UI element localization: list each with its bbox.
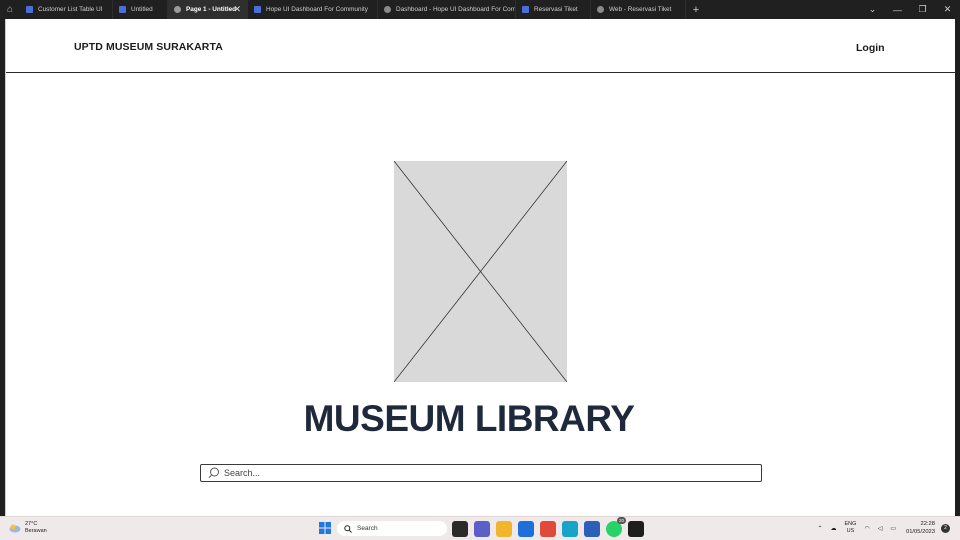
onedrive-icon[interactable]: ☁ xyxy=(831,525,837,532)
figma-file-icon xyxy=(26,6,33,13)
clock[interactable]: 22:28 01/05/2023 xyxy=(906,520,935,536)
placeholder-cross-icon xyxy=(394,161,567,382)
browser-tab[interactable]: Page 1 - Untitled ✕ xyxy=(168,0,248,19)
teams-app-icon[interactable] xyxy=(474,521,490,537)
minimize-button[interactable]: — xyxy=(885,5,910,15)
language-indicator[interactable]: ENG US xyxy=(845,521,857,535)
restore-button[interactable]: ❐ xyxy=(910,4,935,15)
login-link[interactable]: Login xyxy=(856,42,885,54)
taskbar-search[interactable]: Search xyxy=(337,521,447,536)
site-brand[interactable]: UPTD MUSEUM SURAKARTA xyxy=(74,41,223,53)
windows-start-icon[interactable] xyxy=(319,522,331,534)
tab-label: Untitled xyxy=(131,6,153,13)
window-controls: ⌄ — ❐ ✕ xyxy=(860,0,960,19)
taskbar-apps: 20 xyxy=(452,517,650,537)
browser-tab[interactable]: Dashboard - Hope UI Dashboard For Com xyxy=(378,0,516,19)
tab-label: Customer List Table UI xyxy=(38,6,103,13)
lang-code: ENG xyxy=(844,521,857,527)
tab-label: Dashboard - Hope UI Dashboard For Com xyxy=(396,6,516,13)
search-bar[interactable] xyxy=(200,464,762,482)
browser-tab[interactable]: Customer List Table UI xyxy=(20,0,113,19)
word-app-icon[interactable] xyxy=(584,521,600,537)
taskbar-search-label: Search xyxy=(357,525,378,532)
whatsapp-badge: 20 xyxy=(616,517,626,524)
home-icon[interactable]: ⌂ xyxy=(0,0,20,19)
figma-file-icon xyxy=(522,6,529,13)
globe-icon xyxy=(597,6,604,13)
browser-tab-bar: ⌂ Customer List Table UI Untitled Page 1 -… xyxy=(0,0,960,19)
volume-icon[interactable]: ◁ xyxy=(878,525,883,532)
globe-icon xyxy=(384,6,391,13)
tab-label: Page 1 - Untitled xyxy=(186,6,237,13)
chevron-up-icon[interactable]: ⌃ xyxy=(817,525,822,532)
tab-label: Web - Reservasi Tiket xyxy=(609,6,672,13)
site-header: UPTD MUSEUM SURAKARTA Login xyxy=(6,19,956,73)
file-manager-app-icon[interactable] xyxy=(452,521,468,537)
cloud-icon xyxy=(9,524,21,533)
weather-widget[interactable]: 27°C Berawan xyxy=(8,521,47,535)
system-tray: ⌃ ☁ ENG US ◠ ◁ ▭ 22:28 01/05/2023 2 xyxy=(809,520,950,536)
figma-app-icon[interactable] xyxy=(628,521,644,537)
browser-tab[interactable]: Reservasi Tiket xyxy=(516,0,591,19)
search-icon xyxy=(208,467,219,479)
new-tab-button[interactable]: + xyxy=(686,4,706,16)
browser-tab[interactable]: Hope UI Dashboard For Community xyxy=(248,0,378,19)
image-placeholder xyxy=(394,161,567,382)
search-icon xyxy=(344,524,352,533)
file-explorer-app-icon[interactable] xyxy=(496,521,512,537)
lang-region: US xyxy=(846,528,855,534)
weather-desc: Berawan xyxy=(25,528,47,534)
battery-icon[interactable]: ▭ xyxy=(890,525,896,532)
figma-file-icon xyxy=(119,6,126,13)
chevron-down-icon[interactable]: ⌄ xyxy=(860,4,885,15)
edge-app-icon[interactable] xyxy=(562,521,578,537)
chrome-app-icon[interactable] xyxy=(540,521,556,537)
store-app-icon[interactable] xyxy=(518,521,534,537)
tab-list: Customer List Table UI Untitled Page 1 - U… xyxy=(20,0,686,19)
browser-tab[interactable]: Web - Reservasi Tiket xyxy=(591,0,686,19)
close-window-button[interactable]: ✕ xyxy=(935,4,960,15)
browser-tab[interactable]: Untitled xyxy=(113,0,168,19)
tab-label: Reservasi Tiket xyxy=(534,6,578,13)
tab-label: Hope UI Dashboard For Community xyxy=(266,6,368,13)
search-input[interactable] xyxy=(224,468,744,478)
weather-temp: 27°C xyxy=(25,521,38,527)
clock-date: 01/05/2023 xyxy=(905,529,935,535)
page-frame: UPTD MUSEUM SURAKARTA Login MUSEUM LIBRA… xyxy=(5,19,956,516)
taskbar: 27°C Berawan Search 20 ⌃ ☁ ENG US ◠ ◁ ▭ … xyxy=(0,516,960,540)
clock-time: 22:28 xyxy=(920,521,935,527)
figma-file-icon xyxy=(254,6,261,13)
whatsapp-app-icon[interactable]: 20 xyxy=(606,517,626,537)
page-title: MUSEUM LIBRARY xyxy=(303,398,635,439)
play-icon xyxy=(174,6,181,13)
notification-badge[interactable]: 2 xyxy=(941,523,950,533)
weather-text: 27°C Berawan xyxy=(25,521,47,535)
close-tab-icon[interactable]: ✕ xyxy=(233,4,241,15)
wifi-icon[interactable]: ◠ xyxy=(864,525,869,532)
